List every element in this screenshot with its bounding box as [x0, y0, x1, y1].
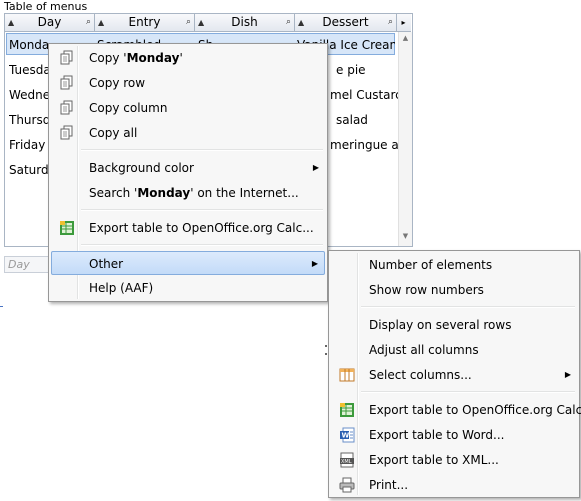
- menu-item-background-color[interactable]: Background color ▶: [51, 156, 325, 180]
- scroll-down-icon[interactable]: ▼: [399, 232, 412, 244]
- sort-icon[interactable]: ▲: [298, 14, 304, 31]
- columns-menu-arrow-icon[interactable]: ▸: [397, 14, 410, 31]
- menu-item-copy-column[interactable]: Copy column: [51, 96, 325, 120]
- menu-item-export-calc[interactable]: Export table to OpenOffice.org Calc...: [331, 398, 581, 422]
- menu-item-copy-cell[interactable]: Copy 'Monday': [51, 46, 325, 70]
- other-submenu: Number of elements Show row numbers Disp…: [328, 250, 581, 498]
- submenu-arrow-icon: ▶: [564, 370, 571, 379]
- menu-item-print[interactable]: Print...: [331, 473, 577, 497]
- copy-icon: [59, 50, 75, 66]
- menu-item-export-word[interactable]: W Export table to Word...: [331, 423, 577, 447]
- sort-icon[interactable]: ▲: [198, 14, 204, 31]
- column-header-dessert[interactable]: ▲ Dessert ⌕: [295, 14, 397, 31]
- svg-text:W: W: [342, 432, 350, 440]
- menu-separator: [361, 306, 575, 308]
- filter-icon[interactable]: ⌕: [86, 14, 91, 31]
- divider-mark: [0, 306, 3, 307]
- menu-separator: [81, 209, 323, 211]
- columns-icon: [339, 367, 355, 383]
- menu-item-display-several-rows[interactable]: Display on several rows: [331, 313, 577, 337]
- sort-icon[interactable]: ▲: [98, 14, 104, 31]
- menu-item-help[interactable]: Help (AAF): [51, 276, 325, 300]
- menu-item-number-of-elements[interactable]: Number of elements: [331, 253, 577, 277]
- menu-separator: [81, 244, 323, 246]
- menu-item-other[interactable]: Other ▶: [51, 251, 325, 275]
- word-document-icon: W: [339, 427, 355, 443]
- menu-item-show-row-numbers[interactable]: Show row numbers: [331, 278, 577, 302]
- menu-item-adjust-all-columns[interactable]: Adjust all columns: [331, 338, 577, 362]
- calc-spreadsheet-icon: [59, 220, 75, 236]
- menu-item-copy-row[interactable]: Copy row: [51, 71, 325, 95]
- copy-icon: [59, 75, 75, 91]
- table-header: ▲ Day ⌕ ▲ Entry ⌕ ▲ Dish ⌕ ▲ Dessert ⌕ ▸: [5, 14, 411, 32]
- column-header-dish[interactable]: ▲ Dish ⌕: [195, 14, 295, 31]
- context-menu: Copy 'Monday' Copy row Copy column Copy …: [48, 43, 328, 302]
- menu-item-copy-all[interactable]: Copy all: [51, 121, 325, 145]
- menu-separator: [361, 391, 575, 393]
- xml-file-icon: XML: [339, 452, 355, 468]
- menu-item-select-columns[interactable]: Select columns... ▶: [331, 363, 577, 387]
- column-header-entry[interactable]: ▲ Entry ⌕: [95, 14, 195, 31]
- printer-icon: [339, 477, 355, 493]
- menu-separator: [81, 149, 323, 151]
- copy-icon: [59, 125, 75, 141]
- menu-item-export-xml[interactable]: XML Export table to XML...: [331, 448, 577, 472]
- calc-spreadsheet-icon: [339, 402, 355, 418]
- sort-icon[interactable]: ▲: [8, 14, 14, 31]
- vertical-scrollbar[interactable]: ▲ ▼: [398, 32, 412, 246]
- column-header-day[interactable]: ▲ Day ⌕: [5, 14, 95, 31]
- filter-icon[interactable]: ⌕: [286, 14, 291, 31]
- svg-text:XML: XML: [341, 459, 352, 465]
- menu-item-export-calc[interactable]: Export table to OpenOffice.org Calc...: [51, 216, 325, 240]
- divider-mark: [325, 345, 327, 347]
- divider-mark: [325, 353, 327, 355]
- scroll-up-icon[interactable]: ▲: [399, 34, 412, 46]
- table-caption: Table of menus: [4, 0, 88, 13]
- filter-icon[interactable]: ⌕: [186, 14, 191, 31]
- filter-icon[interactable]: ⌕: [388, 14, 393, 31]
- copy-icon: [59, 100, 75, 116]
- submenu-arrow-icon: ▶: [312, 163, 319, 172]
- submenu-arrow-icon: ▶: [311, 259, 318, 268]
- menu-item-search-internet[interactable]: Search 'Monday' on the Internet...: [51, 181, 325, 205]
